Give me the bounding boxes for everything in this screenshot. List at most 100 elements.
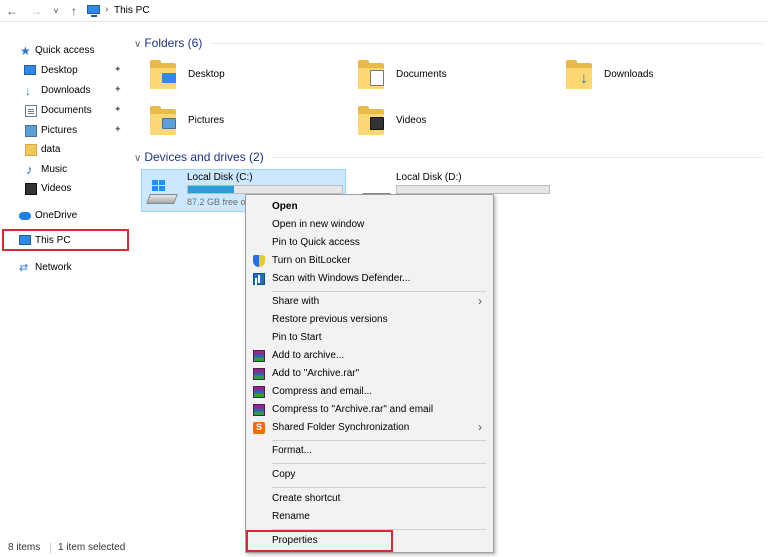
drives-section-header[interactable]: ∨ Devices and drives (2) (134, 150, 264, 164)
menu-item-label: Copy (272, 469, 296, 480)
folder-name: Downloads (604, 69, 654, 80)
sidebar-item-label: Videos (41, 183, 72, 194)
documents-folder-icon (358, 59, 388, 89)
winrar-icon (253, 386, 265, 398)
drives-header-label: Devices and drives (2) (144, 150, 264, 164)
menu-item-label: Open in new window (272, 219, 365, 230)
download-icon: ↓ (25, 84, 31, 98)
menu-item-shared-folder-sync[interactable]: Shared Folder Synchronization › (246, 419, 493, 437)
folder-tile-downloads[interactable]: ↓ Downloads (566, 59, 766, 99)
sidebar-item-label: Desktop (41, 65, 78, 76)
menu-item-label: Compress and email... (272, 386, 373, 397)
menu-item-turn-on-bitlocker[interactable]: Turn on BitLocker (246, 252, 493, 270)
documents-icon (25, 105, 37, 117)
windows-defender-icon (253, 273, 265, 285)
menu-item-share-with[interactable]: Share with › (246, 293, 493, 311)
onedrive-icon (19, 212, 31, 220)
pin-icon: ✦ (114, 124, 122, 134)
section-divider (272, 157, 762, 158)
folder-tile-documents[interactable]: Documents (358, 59, 558, 99)
back-arrow-icon[interactable]: ← (6, 3, 18, 19)
hard-drive-icon (146, 178, 178, 206)
desktop-icon (24, 65, 36, 75)
menu-item-compress-rar-email[interactable]: Compress to "Archive.rar" and email (246, 401, 493, 419)
menu-item-add-to-archive[interactable]: Add to archive... (246, 347, 493, 365)
videos-icon (25, 183, 37, 195)
selection-count: 1 item selected (58, 542, 126, 553)
this-pc-highlight-box (2, 229, 129, 251)
menu-item-label: Shared Folder Synchronization (272, 422, 410, 433)
menu-separator (272, 463, 486, 464)
sidebar-item-onedrive[interactable]: OneDrive (0, 207, 130, 225)
pin-icon: ✦ (114, 104, 122, 114)
pictures-icon (25, 125, 37, 137)
menu-item-scan-defender[interactable]: Scan with Windows Defender... (246, 270, 493, 288)
forward-arrow-icon[interactable]: → (30, 3, 42, 19)
downloads-folder-icon: ↓ (566, 59, 596, 89)
status-bar: 8 items 1 item selected (0, 539, 240, 557)
folder-name: Documents (396, 69, 447, 80)
sidebar-item-desktop[interactable]: Desktop ✦ (0, 62, 130, 80)
menu-item-label: Pin to Quick access (272, 237, 360, 248)
menu-item-open-new-window[interactable]: Open in new window (246, 216, 493, 234)
folders-header-label: Folders (6) (144, 36, 203, 50)
desktop-folder-icon (150, 59, 180, 89)
menu-item-copy[interactable]: Copy (246, 466, 493, 484)
menu-item-restore-versions[interactable]: Restore previous versions (246, 311, 493, 329)
submenu-arrow-icon: › (478, 420, 482, 434)
menu-item-pin-quick-access[interactable]: Pin to Quick access (246, 234, 493, 252)
context-menu: Open Open in new window Pin to Quick acc… (245, 194, 494, 553)
breadcrumb-separator[interactable]: › (105, 4, 108, 15)
status-divider (50, 543, 51, 553)
this-pc-icon (87, 5, 100, 17)
bitlocker-shield-icon (253, 255, 265, 267)
music-icon: ♪ (26, 162, 33, 177)
folder-tile-desktop[interactable]: Desktop (150, 59, 350, 99)
pin-icon: ✦ (114, 84, 122, 94)
sidebar-item-network[interactable]: ⇄ Network (0, 259, 130, 277)
folder-name: Pictures (188, 115, 225, 126)
chevron-down-icon: ∨ (134, 39, 142, 50)
sync-icon (253, 422, 265, 434)
up-arrow-icon[interactable]: ↑ (68, 3, 80, 19)
menu-item-compress-email[interactable]: Compress and email... (246, 383, 493, 401)
menu-item-rename[interactable]: Rename (246, 508, 493, 526)
drive-usage-fill (188, 186, 235, 193)
sidebar-item-quick-access[interactable]: ★ Quick access (0, 42, 130, 60)
network-icon: ⇄ (19, 262, 29, 274)
item-count: 8 items (8, 542, 41, 553)
chevron-down-icon: ∨ (134, 153, 142, 164)
menu-item-open[interactable]: Open (246, 198, 493, 216)
sidebar-item-label: Quick access (35, 45, 95, 56)
section-divider (212, 43, 762, 44)
menu-separator (272, 440, 486, 441)
sidebar-item-downloads[interactable]: ↓ Downloads ✦ (0, 82, 130, 100)
breadcrumb[interactable]: This PC (114, 5, 150, 16)
menu-item-pin-to-start[interactable]: Pin to Start (246, 329, 493, 347)
menu-item-label: Scan with Windows Defender... (272, 273, 411, 284)
sidebar-item-data[interactable]: data (0, 141, 130, 159)
menu-item-label: Add to archive... (272, 350, 345, 361)
menu-item-label: Share with (272, 296, 320, 307)
sidebar-item-label: Network (35, 262, 72, 273)
folder-icon (25, 144, 37, 156)
menu-item-create-shortcut[interactable]: Create shortcut (246, 490, 493, 508)
recent-locations-icon[interactable]: ˅ (51, 3, 61, 19)
menu-item-add-to-archive-rar[interactable]: Add to "Archive.rar" (246, 365, 493, 383)
folders-section-header[interactable]: ∨ Folders (6) (134, 36, 202, 50)
menu-item-label: Pin to Start (272, 332, 322, 343)
sidebar-item-label: Music (41, 164, 68, 175)
menu-item-format[interactable]: Format... (246, 442, 493, 460)
star-icon: ★ (20, 44, 31, 58)
sidebar-item-documents[interactable]: Documents ✦ (0, 102, 130, 120)
folder-name: Desktop (188, 69, 225, 80)
sidebar-item-music[interactable]: ♪ Music (0, 161, 130, 179)
videos-folder-icon (358, 105, 388, 135)
folder-tile-pictures[interactable]: Pictures (150, 105, 350, 145)
menu-item-label: Create shortcut (272, 493, 341, 504)
sidebar-item-pictures[interactable]: Pictures ✦ (0, 122, 130, 140)
sidebar-item-label: Documents (41, 105, 92, 116)
folder-tile-videos[interactable]: Videos (358, 105, 558, 145)
winrar-icon (253, 350, 265, 362)
sidebar-item-videos[interactable]: Videos (0, 180, 130, 198)
